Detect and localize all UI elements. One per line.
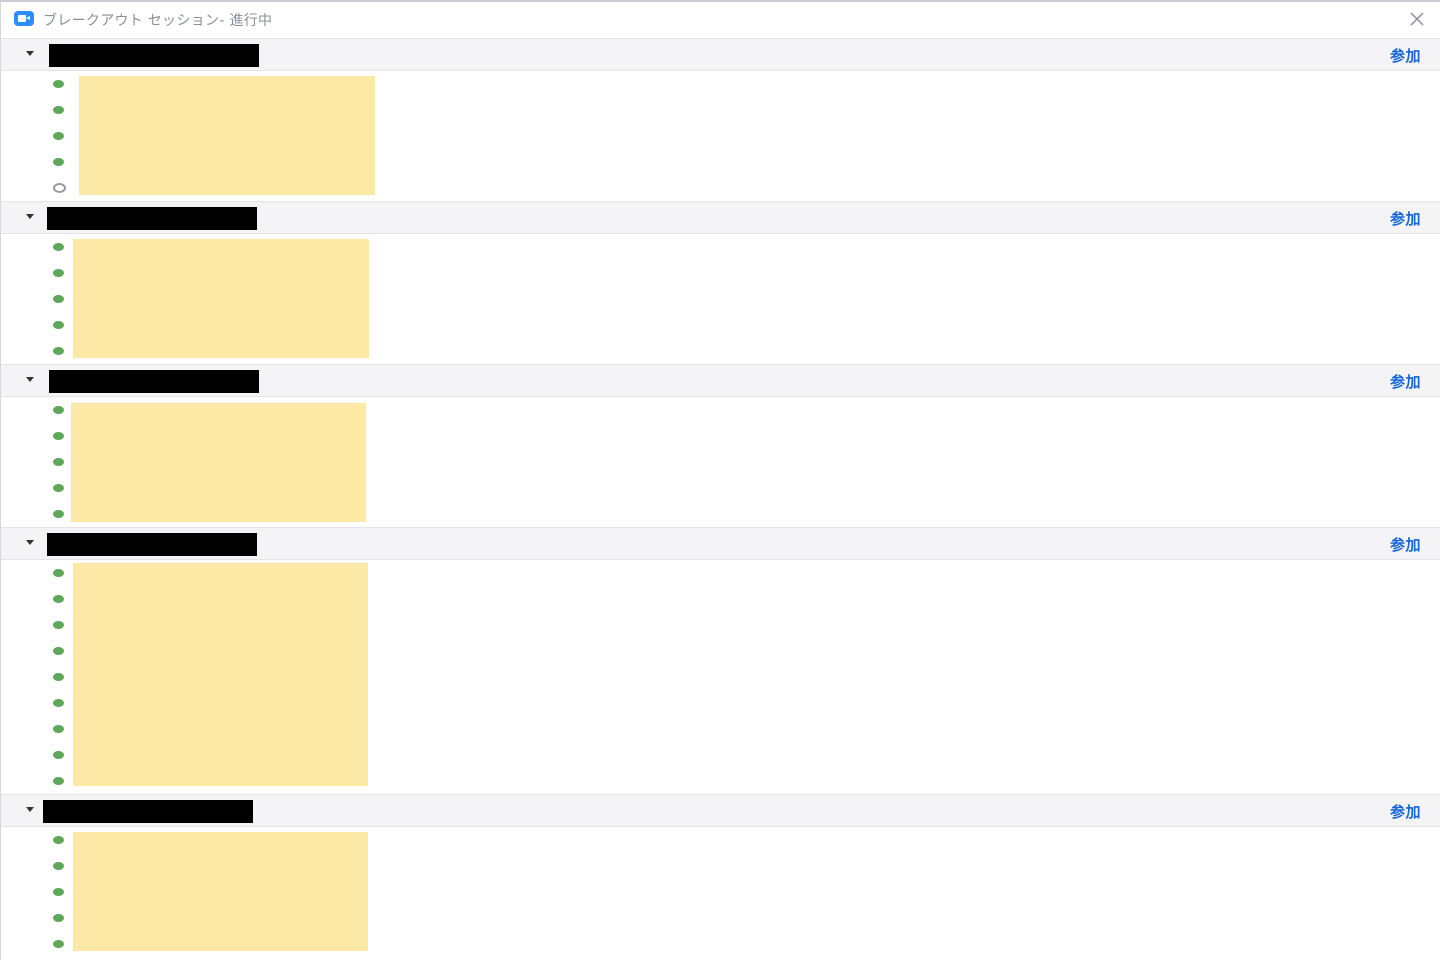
status-active-icon — [53, 595, 64, 603]
title-bar: ブレークアウト セッション- 進行中 — [1, 2, 1440, 36]
status-active-icon — [53, 699, 64, 707]
caret-down-icon[interactable] — [26, 540, 34, 545]
participant-list — [1, 560, 1440, 794]
participant-list — [1, 397, 1440, 527]
status-active-icon — [53, 269, 64, 277]
breakout-room: 参加 — [1, 794, 1440, 957]
caret-down-icon[interactable] — [26, 807, 34, 812]
status-active-icon — [53, 132, 64, 140]
status-active-icon — [53, 751, 64, 759]
breakout-room-list: 参加 参加 参加 参加 参加 — [1, 38, 1440, 957]
status-active-icon — [53, 940, 64, 948]
participant-list — [1, 234, 1440, 364]
status-active-icon — [53, 888, 64, 896]
breakout-room: 参加 — [1, 364, 1440, 527]
participant-names-redaction — [79, 76, 375, 195]
window-title: ブレークアウト セッション- 進行中 — [43, 13, 273, 29]
join-room-button[interactable]: 参加 — [1390, 534, 1421, 555]
room-name — [49, 44, 259, 67]
status-active-icon — [53, 862, 64, 870]
caret-down-icon[interactable] — [26, 51, 34, 56]
status-active-icon — [53, 836, 64, 844]
participant-names-redaction — [73, 239, 369, 358]
status-active-icon — [53, 777, 64, 785]
status-active-icon — [53, 295, 64, 303]
status-active-icon — [53, 647, 64, 655]
breakout-room: 参加 — [1, 527, 1440, 794]
status-active-icon — [53, 80, 64, 88]
join-room-button[interactable]: 参加 — [1390, 801, 1421, 822]
room-header[interactable]: 参加 — [1, 38, 1440, 71]
status-active-icon — [53, 484, 64, 492]
breakout-room: 参加 — [1, 201, 1440, 364]
breakout-sessions-window: ブレークアウト セッション- 進行中 参加 参加 参加 参加 参加 — [0, 0, 1440, 960]
room-name — [47, 207, 257, 230]
status-active-icon — [53, 406, 64, 414]
status-active-icon — [53, 569, 64, 577]
status-active-icon — [53, 725, 64, 733]
participant-names-redaction — [73, 563, 368, 786]
status-active-icon — [53, 621, 64, 629]
zoom-camera-icon — [14, 11, 34, 26]
room-header[interactable]: 参加 — [1, 364, 1440, 397]
participant-names-redaction — [73, 832, 368, 951]
room-name — [49, 370, 259, 393]
room-name — [47, 533, 257, 556]
status-active-icon — [53, 321, 64, 329]
join-room-button[interactable]: 参加 — [1390, 371, 1421, 392]
participant-list — [1, 71, 1440, 201]
status-active-icon — [53, 914, 64, 922]
status-active-icon — [53, 510, 64, 518]
status-away-icon — [53, 183, 66, 193]
close-icon[interactable] — [1408, 10, 1426, 28]
status-active-icon — [53, 432, 64, 440]
breakout-room: 参加 — [1, 38, 1440, 201]
caret-down-icon[interactable] — [26, 214, 34, 219]
participant-list — [1, 827, 1440, 957]
status-active-icon — [53, 458, 64, 466]
room-header[interactable]: 参加 — [1, 201, 1440, 234]
join-room-button[interactable]: 参加 — [1390, 208, 1421, 229]
join-room-button[interactable]: 参加 — [1390, 45, 1421, 66]
status-active-icon — [53, 347, 64, 355]
caret-down-icon[interactable] — [26, 377, 34, 382]
status-active-icon — [53, 158, 64, 166]
status-active-icon — [53, 243, 64, 251]
participant-names-redaction — [71, 403, 366, 522]
room-name — [43, 800, 253, 823]
room-header[interactable]: 参加 — [1, 794, 1440, 827]
status-active-icon — [53, 673, 64, 681]
room-header[interactable]: 参加 — [1, 527, 1440, 560]
status-active-icon — [53, 106, 64, 114]
